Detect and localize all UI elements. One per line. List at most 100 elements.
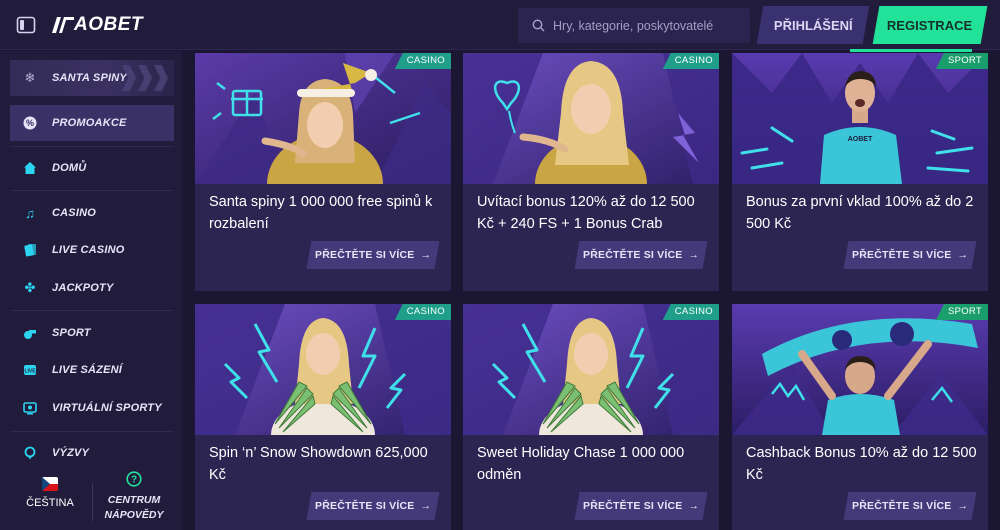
promo-image-footballer: AOBET xyxy=(732,53,988,184)
register-underline xyxy=(850,49,972,52)
promo-title: Santa spiny 1 000 000 free spinů k rozba… xyxy=(209,194,433,232)
sidebar-item-santa-spiny[interactable]: ❄ SANTA SPINY xyxy=(10,60,174,96)
sidebar-item-live-casino[interactable]: LIVE CASINO xyxy=(10,232,174,268)
read-more-button[interactable]: PŘEČTĚTE SI VÍCE → xyxy=(843,241,977,269)
read-more-button[interactable]: PŘEČTĚTE SI VÍCE → xyxy=(574,241,708,269)
category-badge: CASINO xyxy=(394,304,451,320)
language-selector[interactable]: ČEŠTINA xyxy=(20,477,80,509)
sidebar-item-promoakce[interactable]: % PROMOAKCE xyxy=(10,105,174,141)
sidebar-item-label: DOMŮ xyxy=(52,162,87,174)
footer-divider xyxy=(92,483,93,521)
sidebar-item-label: PROMOAKCE xyxy=(52,117,127,129)
read-more-button[interactable]: PŘEČTĚTE SI VÍCE → xyxy=(574,492,708,520)
chevrons-decoration xyxy=(122,65,168,91)
sidebar-item-virtualni-sporty[interactable]: VIRTUÁLNÍ SPORTY xyxy=(10,390,174,426)
read-more-label: PŘEČTĚTE SI VÍCE xyxy=(314,500,415,512)
read-more-button[interactable]: PŘEČTĚTE SI VÍCE → xyxy=(843,492,977,520)
promo-card[interactable]: CASINO Sweet Holiday Chase 1 000 000 odm… xyxy=(463,304,719,530)
category-badge: CASINO xyxy=(662,53,719,69)
read-more-label: PŘEČTĚTE SI VÍCE xyxy=(582,249,683,261)
sidebar-item-label: VIRTUÁLNÍ SPORTY xyxy=(52,402,162,414)
svg-text:%: % xyxy=(26,118,34,128)
svg-text:AOBET: AOBET xyxy=(848,136,873,143)
snowflake-icon: ❄ xyxy=(24,70,36,85)
sidebar-item-label: LIVE SÁZENÍ xyxy=(52,364,123,376)
search-input[interactable] xyxy=(553,18,743,33)
category-badge: CASINO xyxy=(662,304,719,320)
register-label: REGISTRACE xyxy=(887,17,973,33)
arrow-right-icon: → xyxy=(420,249,432,261)
arrow-right-icon: → xyxy=(688,500,700,512)
promo-title: Spin ‘n’ Snow Showdown 625,000 Kč xyxy=(209,445,428,483)
promo-image-cash-fan xyxy=(463,304,719,435)
live-icon: LIVE xyxy=(22,362,38,378)
read-more-label: PŘEČTĚTE SI VÍCE xyxy=(851,249,952,261)
language-label: ČEŠTINA xyxy=(26,497,74,509)
help-center-label: CENTRUM NÁPOVĚDY xyxy=(104,494,164,521)
czech-flag-icon xyxy=(42,477,58,491)
promo-title: Sweet Holiday Chase 1 000 000 odměn xyxy=(477,445,685,483)
search-box[interactable] xyxy=(518,8,750,43)
category-badge: SPORT xyxy=(935,53,988,69)
sidebar-divider xyxy=(10,146,174,147)
sidebar-divider xyxy=(10,431,174,432)
promo-image-fan-scarf xyxy=(732,304,988,435)
register-button[interactable]: REGISTRACE xyxy=(872,6,988,44)
virtual-icon xyxy=(22,400,38,416)
promo-card[interactable]: CASINO Santa spiny 1 000 000 free spinů … xyxy=(195,53,451,291)
arrow-right-icon: → xyxy=(688,249,700,261)
sidebar-item-casino[interactable]: ♫ CASINO xyxy=(10,195,174,231)
percent-icon: % xyxy=(22,115,38,131)
sidebar-item-vyzvy[interactable]: VÝZVY xyxy=(10,435,174,471)
arrow-right-icon: → xyxy=(420,500,432,512)
top-header: AOBET PŘIHLÁŠENÍ REGISTRACE xyxy=(0,0,1000,52)
sidebar-item-domu[interactable]: DOMŮ xyxy=(10,150,174,186)
arrow-right-icon: → xyxy=(957,500,969,512)
sidebar-item-label: VÝZVY xyxy=(52,447,90,459)
sidebar-item-label: CASINO xyxy=(52,207,96,219)
promo-title: Bonus za první vklad 100% až do 2 500 Kč xyxy=(746,194,974,232)
login-label: PŘIHLÁŠENÍ xyxy=(773,17,853,33)
sidebar-item-sport[interactable]: SPORT xyxy=(10,315,174,351)
promo-card[interactable]: CASINO Spin ‘n’ Snow Showdown 625,000 Kč… xyxy=(195,304,451,530)
read-more-label: PŘEČTĚTE SI VÍCE xyxy=(851,500,952,512)
promo-card[interactable]: SPORT Cashback Bonus 10% až do 12 500 Kč… xyxy=(732,304,988,530)
svg-text:LIVE: LIVE xyxy=(24,369,36,375)
promo-title: Cashback Bonus 10% až do 12 500 Kč xyxy=(746,445,977,483)
sidebar-item-label: JACKPOTY xyxy=(52,282,114,294)
arrow-right-icon: → xyxy=(957,249,969,261)
search-icon xyxy=(532,19,545,32)
logo-text: AOBET xyxy=(74,14,143,35)
sidebar-footer: ČEŠTINA ? CENTRUM NÁPOVĚDY xyxy=(0,471,182,530)
home-icon xyxy=(22,160,38,176)
help-icon: ? xyxy=(98,471,170,490)
medal-icon xyxy=(22,445,38,461)
sidebar-item-label: SPORT xyxy=(52,327,91,339)
promo-card[interactable]: AOBET SPORT Bonus za první vklad 100% až… xyxy=(732,53,988,291)
sidebar-toggle-icon[interactable] xyxy=(16,15,36,35)
sidebar-item-label: SANTA SPINY xyxy=(52,72,127,84)
category-badge: SPORT xyxy=(935,304,988,320)
promo-image-santa xyxy=(195,53,451,184)
whistle-icon xyxy=(22,325,38,341)
promo-card[interactable]: CASINO Uvítací bonus 120% až do 12 500 K… xyxy=(463,53,719,291)
cards-icon xyxy=(22,242,38,258)
read-more-button[interactable]: PŘEČTĚTE SI VÍCE → xyxy=(306,241,440,269)
sidebar-divider xyxy=(10,310,174,311)
svg-text:?: ? xyxy=(131,475,137,486)
aobet-logo[interactable]: AOBET xyxy=(52,12,143,38)
sidebar-divider xyxy=(10,190,174,191)
sidebar-item-jackpoty[interactable]: ✤ JACKPOTY xyxy=(10,270,174,306)
category-badge: CASINO xyxy=(394,53,451,69)
read-more-button[interactable]: PŘEČTĚTE SI VÍCE → xyxy=(306,492,440,520)
read-more-label: PŘEČTĚTE SI VÍCE xyxy=(582,500,683,512)
clover-icon: ✤ xyxy=(24,280,36,295)
help-center-link[interactable]: ? CENTRUM NÁPOVĚDY xyxy=(98,471,170,523)
logo-mark-icon xyxy=(52,17,74,33)
music-note-icon: ♫ xyxy=(25,205,35,221)
promo-image-welcome xyxy=(463,53,719,184)
sidebar-item-live-sazeni[interactable]: LIVE LIVE SÁZENÍ xyxy=(10,352,174,388)
promo-title: Uvítací bonus 120% až do 12 500 Kč + 240… xyxy=(477,194,695,232)
promo-image-cash-fan xyxy=(195,304,451,435)
login-button[interactable]: PŘIHLÁŠENÍ xyxy=(756,6,870,44)
